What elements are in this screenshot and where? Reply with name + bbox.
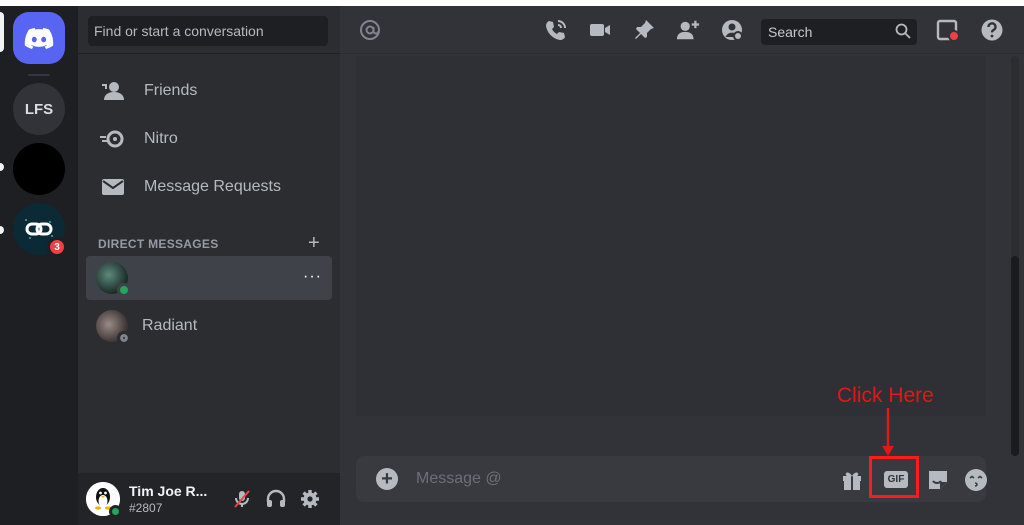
gear-icon: [301, 490, 319, 508]
discord-logo-icon: [24, 28, 54, 49]
user-avatar[interactable]: [86, 482, 122, 518]
mention-badge: 3: [47, 237, 67, 257]
username: Tim Joe R...: [129, 483, 208, 499]
create-dm-button[interactable]: +: [308, 232, 320, 255]
status-online-indicator: [117, 283, 131, 297]
user-profile-button[interactable]: [720, 18, 744, 42]
voice-call-button[interactable]: [544, 18, 568, 42]
inbox-icon: [936, 19, 960, 42]
status-online-indicator: [109, 505, 122, 518]
avatar: [96, 262, 131, 297]
status-offline-indicator: [117, 331, 131, 345]
gift-button[interactable]: [840, 468, 864, 492]
search-icon: [895, 23, 911, 39]
inbox-button[interactable]: [936, 18, 960, 42]
find-conversation-button[interactable]: Find or start a conversation: [88, 16, 328, 46]
rail-separator: [28, 74, 50, 76]
mention-icon: [358, 18, 382, 42]
plus-icon: +: [381, 468, 393, 490]
dm-item-name: Radiant: [142, 317, 198, 334]
mute-icon: [234, 490, 250, 508]
user-panel: Tim Joe R... #2807: [78, 473, 340, 525]
header-search-placeholder: Search: [768, 24, 813, 40]
header-search-input[interactable]: Search: [761, 19, 917, 45]
voice-call-icon: [546, 20, 566, 40]
avatar: [96, 310, 131, 345]
add-friend-button[interactable]: [676, 18, 700, 42]
video-call-button[interactable]: [588, 18, 612, 42]
click-here-annotation: Click Here: [837, 384, 934, 407]
nav-friends[interactable]: Friends: [86, 70, 332, 112]
gift-icon: [843, 472, 861, 490]
video-call-icon: [590, 24, 610, 36]
server-black[interactable]: [13, 143, 65, 195]
direct-messages-title: DIRECT MESSAGES: [98, 236, 219, 251]
message-list: [356, 56, 986, 416]
mute-button[interactable]: [225, 482, 259, 516]
server-link-logo[interactable]: 3: [13, 203, 67, 257]
nav-friends-label: Friends: [144, 82, 198, 99]
home-button[interactable]: [13, 12, 65, 64]
add-friend-icon: [676, 20, 700, 40]
emoji-button[interactable]: [964, 468, 988, 492]
server-lfs-label: LFS: [24, 100, 54, 118]
home-selected-pill: [0, 12, 4, 52]
emoji-icon: [965, 469, 987, 491]
chat-main: Search + GIF: [340, 6, 1024, 525]
dm-item-radiant[interactable]: Radiant: [86, 304, 332, 348]
user-profile-icon: [722, 20, 743, 41]
pinned-messages-button[interactable]: [632, 18, 656, 42]
discord-app: LFS 3 Find or start a conversation Frien…: [0, 6, 1024, 525]
dm-item-selected[interactable]: ···: [86, 256, 332, 300]
pin-icon: [635, 20, 654, 39]
sticker-icon: [929, 471, 947, 489]
server-rail: LFS 3: [0, 6, 78, 525]
user-name-tag[interactable]: Tim Joe R... #2807: [129, 483, 225, 515]
sticker-button[interactable]: [926, 468, 950, 492]
headphones-icon: [266, 489, 286, 507]
user-discriminator: #2807: [129, 501, 163, 515]
help-button[interactable]: [980, 18, 1004, 42]
dm-sidebar: Find or start a conversation Friends Nit…: [78, 6, 340, 525]
add-attachment-button[interactable]: +: [376, 468, 398, 490]
sidebar-search-area: Find or start a conversation: [78, 6, 340, 54]
chat-header: Search: [340, 6, 1024, 54]
unread-pill: [0, 163, 4, 171]
nav-message-requests[interactable]: Message Requests: [86, 166, 332, 208]
scrollbar-thumb[interactable]: [1011, 256, 1019, 456]
nav-message-requests-label: Message Requests: [144, 178, 281, 195]
friends-icon: [100, 79, 126, 103]
nitro-icon: [100, 127, 126, 151]
message-input[interactable]: [416, 468, 816, 490]
deafen-button[interactable]: [259, 482, 293, 516]
gif-highlight-box: [869, 456, 919, 498]
dm-more-options-button[interactable]: ···: [303, 268, 322, 286]
annotation-arrow: [882, 408, 894, 456]
nav-nitro[interactable]: Nitro: [86, 118, 332, 160]
direct-messages-header: DIRECT MESSAGES +: [98, 232, 320, 255]
envelope-icon: [100, 175, 126, 199]
unread-pill: [0, 226, 4, 234]
user-settings-button[interactable]: [293, 482, 327, 516]
server-lfs[interactable]: LFS: [13, 83, 65, 135]
nav-nitro-label: Nitro: [144, 130, 178, 147]
help-icon: [981, 19, 1003, 41]
